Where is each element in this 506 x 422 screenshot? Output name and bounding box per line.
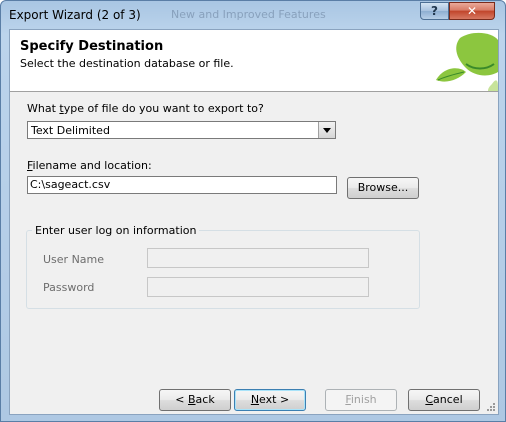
resize-grip-icon[interactable] (486, 402, 496, 412)
leaf-logo-icon (436, 32, 498, 91)
title-bar[interactable]: Export Wizard (2 of 3) New and Improved … (1, 1, 505, 29)
background-window-title: New and Improved Features (171, 8, 326, 21)
next-button[interactable]: Next > (234, 389, 306, 411)
help-icon: ? (431, 4, 438, 18)
help-button[interactable]: ? (420, 2, 449, 20)
cancel-button[interactable]: Cancel (408, 389, 480, 411)
dialog-client-area: Specify Destination Select the destinati… (9, 29, 499, 415)
file-type-selected: Text Delimited (31, 124, 110, 137)
browse-button[interactable]: Browse... (347, 177, 419, 199)
page-subtitle: Select the destination database or file. (20, 57, 234, 70)
close-icon: ✕ (466, 4, 478, 18)
file-type-dropdown[interactable]: Text Delimited (27, 121, 336, 139)
close-button[interactable]: ✕ (449, 2, 495, 20)
back-button[interactable]: < Back (159, 389, 231, 411)
filename-input[interactable]: C:\sageact.csv (27, 176, 337, 194)
page-title: Specify Destination (20, 39, 164, 54)
finish-button[interactable]: Finish (325, 389, 397, 411)
wizard-header: Specify Destination Select the destinati… (10, 30, 498, 92)
logon-groupbox (26, 230, 420, 309)
filename-label: Filename and location: (27, 159, 152, 172)
logon-group-title: Enter user log on information (32, 224, 200, 237)
user-name-field[interactable] (147, 248, 369, 268)
password-field[interactable] (147, 277, 369, 297)
window-frame: Export Wizard (2 of 3) New and Improved … (0, 0, 506, 422)
password-label: Password (43, 281, 95, 294)
window-title: Export Wizard (2 of 3) (9, 8, 141, 22)
file-type-label: What type of file do you want to export … (27, 102, 264, 115)
user-name-label: User Name (43, 253, 105, 266)
dropdown-arrow-icon[interactable] (318, 122, 335, 138)
